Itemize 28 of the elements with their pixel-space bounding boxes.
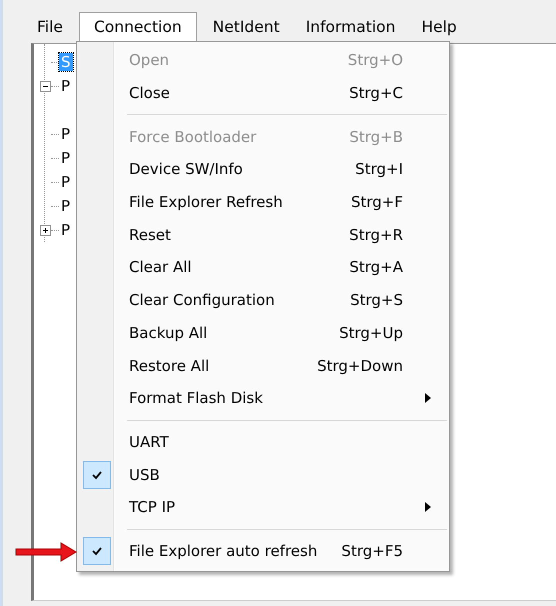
menu-item[interactable]: USB: [127, 458, 437, 491]
tree-item[interactable]: P: [59, 149, 72, 167]
menu-item[interactable]: File Explorer Refresh Strg+F: [127, 186, 437, 218]
menu-item[interactable]: Restore All Strg+Down: [127, 349, 437, 382]
menu-bar-item[interactable]: File: [27, 12, 73, 42]
tree-item[interactable]: P: [59, 77, 72, 95]
menu-bar-item[interactable]: Connection: [78, 12, 197, 42]
menu-item[interactable]: Clear All Strg+A: [127, 251, 437, 284]
menu-item[interactable]: UART: [127, 426, 437, 458]
tree-item[interactable]: P: [59, 125, 72, 143]
menu-bar-item[interactable]: Information: [296, 12, 406, 42]
submenu-arrow-icon: [425, 393, 431, 404]
menu-item[interactable]: File Explorer auto refresh Strg+F5: [127, 534, 437, 568]
menu-item[interactable]: Backup All Strg+Up: [127, 316, 437, 350]
menu-item[interactable]: Reset Strg+R: [127, 218, 437, 252]
submenu-arrow-icon: [425, 502, 431, 512]
menu-item[interactable]: Clear Configuration Strg+S: [127, 284, 437, 316]
collapse-icon[interactable]: [40, 80, 50, 92]
tree-item[interactable]: P: [59, 197, 72, 215]
tree-item[interactable]: P: [59, 173, 72, 191]
menu-item[interactable]: Format Flash Disk: [127, 382, 437, 415]
tree-item[interactable]: P: [59, 221, 72, 239]
menu-bar-item[interactable]: NetIdent: [202, 12, 290, 42]
menu-item[interactable]: Device SW/Info Strg+I: [127, 153, 437, 186]
menu-item[interactable]: Close Strg+C: [127, 76, 437, 110]
menu-item[interactable]: TCP IP: [127, 490, 437, 524]
menu-bar-item[interactable]: Help: [411, 12, 467, 42]
expand-icon[interactable]: [40, 224, 50, 236]
